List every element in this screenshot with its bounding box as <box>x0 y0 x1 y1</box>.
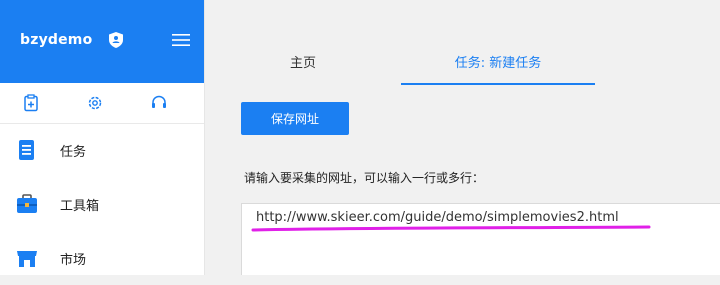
url-line: http://www.skieer.com/guide/demo/simplem… <box>256 210 619 225</box>
hamburger-menu-icon[interactable] <box>172 33 190 47</box>
sidebar-item-task[interactable]: 任务 <box>0 123 204 177</box>
sidebar-item-toolbox[interactable]: 工具箱 <box>0 177 204 231</box>
shield-user-icon[interactable] <box>109 32 123 48</box>
headset-icon[interactable] <box>150 94 168 112</box>
brand-header: bzydemo <box>0 0 204 83</box>
market-store-icon <box>17 251 37 267</box>
brand-name: bzydemo <box>20 32 93 48</box>
tab-home[interactable]: 主页 <box>205 42 401 85</box>
toolbox-icon <box>17 194 37 213</box>
url-input-hint: 请输入要采集的网址，可以输入一行或多行： <box>244 171 485 185</box>
sidebar-item-label: 任务 <box>60 145 87 160</box>
sidebar-item-label: 工具箱 <box>60 199 100 214</box>
tab-new-task[interactable]: 任务: 新建任务 <box>401 42 595 85</box>
tab-bar: 主页 任务: 新建任务 <box>205 42 720 85</box>
sidebar: bzydemo 任务 工具箱 市场 <box>0 0 205 275</box>
gear-icon[interactable] <box>86 94 104 112</box>
sidebar-item-market[interactable]: 市场 <box>0 231 204 285</box>
clipboard-add-icon[interactable] <box>22 94 40 112</box>
highlight-underline <box>251 225 651 232</box>
sidebar-item-label: 市场 <box>60 253 87 268</box>
sidebar-toolbar <box>0 83 204 124</box>
task-list-icon <box>19 140 34 160</box>
url-textarea[interactable]: http://www.skieer.com/guide/demo/simplem… <box>241 203 720 275</box>
save-url-button[interactable]: 保存网址 <box>241 102 349 135</box>
